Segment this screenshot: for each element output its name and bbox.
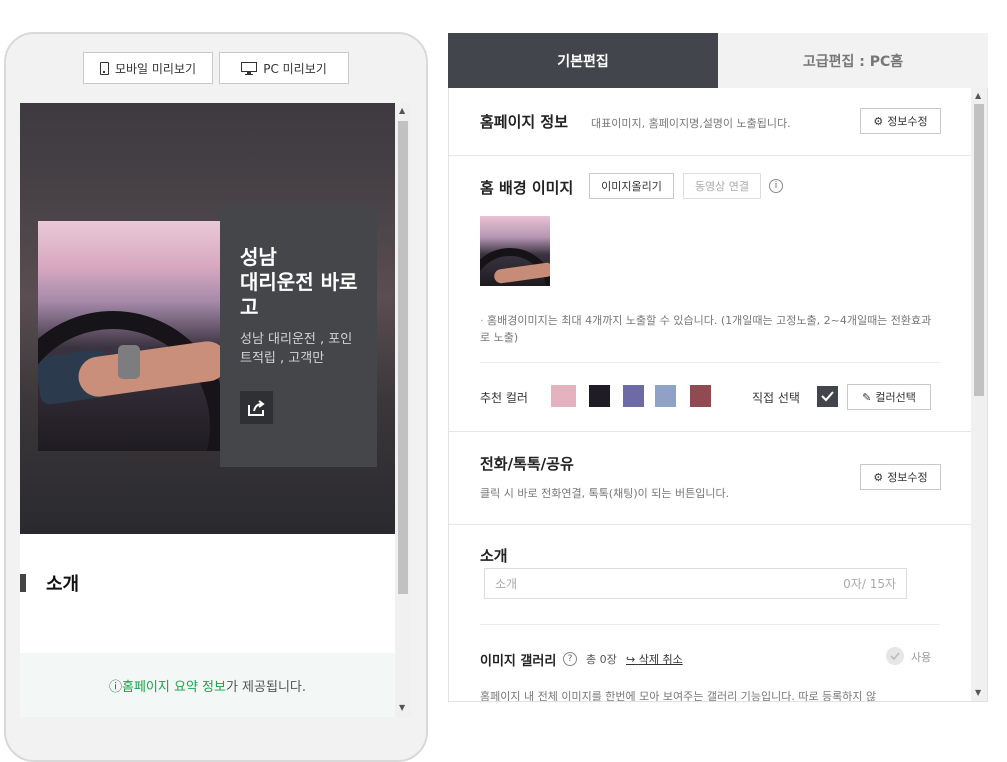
check-icon [890,652,900,660]
homepage-info-edit-label: 정보수정 [887,115,928,128]
color-swatch[interactable] [690,385,711,407]
edit-panel: 홈페이지 정보 대표이미지, 홈페이지명,설명이 노출됩니다. ⚙ 정보수정 홈… [448,88,988,702]
share-button[interactable] [240,391,273,424]
tab-advanced-edit[interactable]: 고급편집 : PC홈 [718,33,988,88]
hero-image [38,221,222,451]
background-note: · 홈배경이미지는 최대 4개까지 노출할 수 있습니다. (1개일때는 고정노… [480,314,932,344]
phone-screen: 성남 대리운전 바로고 성남 대리운전 , 포인트적립 , 고객만 소개 ⓘ 홈… [20,103,411,717]
summary-notice-text: 가 제공됩니다. [225,679,306,695]
recommend-color-label: 추천 컬러 [480,391,528,405]
contact-desc: 클릭 시 바로 전화연결, 톡톡(채팅)이 되는 버튼입니다. [480,487,730,500]
tab-basic-edit[interactable]: 기본편집 [448,33,718,88]
summary-notice: ⓘ 홈페이지 요약 정보 가 제공됩니다. [20,653,395,717]
direct-select-checkbox[interactable] [817,386,838,407]
pen-icon: ✎ [862,390,872,404]
undo-icon: ↪ [626,653,636,666]
monitor-icon [241,61,258,75]
pc-preview-button[interactable]: PC 미리보기 [219,52,349,84]
intro-counter: 0자/ 15자 [843,577,896,591]
gear-icon: ⚙ [873,114,884,128]
homepage-info-title: 홈페이지 정보 [480,113,569,131]
contact-edit-button[interactable]: ⚙ 정보수정 [860,464,941,490]
homepage-info-desc: 대표이미지, 홈페이지명,설명이 노출됩니다. [591,117,791,130]
color-swatch[interactable] [589,385,610,407]
gallery-use-label: 사용 [911,651,932,664]
homepage-info-edit-button[interactable]: ⚙ 정보수정 [860,108,941,134]
intro-heading: 소개 [46,574,80,595]
mobile-icon [99,61,109,75]
edit-tabs: 기본편집 고급편집 : PC홈 [448,33,988,88]
phone-scroll-thumb[interactable] [398,121,408,594]
video-link-button[interactable]: 동영상 연결 [683,173,761,199]
hero-subtitle: 성남 대리운전 , 포인트적립 , 고객만 [240,332,353,366]
intro-input[interactable]: 소개 0자/ 15자 [484,568,907,599]
gallery-undo-button[interactable]: ↪ 삭제 취소 [626,651,683,667]
gallery-count: 총 0장 [586,653,617,666]
scroll-down-icon: ▼ [399,703,406,712]
panel-scrollbar[interactable]: ▲ ▼ [971,88,987,701]
help-icon[interactable]: ? [563,652,577,666]
hero-title: 성남 대리운전 바로고 [240,245,358,319]
background-thumbnail[interactable] [480,216,550,286]
summary-notice-link[interactable]: 홈페이지 요약 정보 [122,676,226,695]
scroll-up-icon: ▲ [399,106,406,115]
divider [480,362,940,363]
divider [480,624,940,625]
gear-icon: ⚙ [873,470,884,484]
intro-placeholder: 소개 [495,577,518,591]
color-pick-button[interactable]: ✎ 컬러선택 [847,384,931,410]
direct-select-label: 직접 선택 [752,391,800,405]
color-swatch[interactable] [623,385,644,407]
panel-scroll-thumb[interactable] [974,104,984,396]
color-swatch[interactable] [655,385,676,407]
intro-title: 소개 [480,547,508,565]
divider [449,431,971,432]
color-pick-label: 컬러선택 [875,391,916,404]
hero-background: 성남 대리운전 바로고 성남 대리운전 , 포인트적립 , 고객만 [20,103,395,534]
info-icon[interactable]: i [769,179,783,193]
phone-scrollbar[interactable]: ▲ ▼ [395,103,411,717]
color-swatch[interactable] [551,385,576,407]
divider [449,155,971,156]
mobile-preview-label: 모바일 미리보기 [114,61,197,76]
check-icon [821,391,834,402]
share-icon [247,399,265,416]
scroll-up-icon: ▲ [975,91,982,100]
mobile-preview-button[interactable]: 모바일 미리보기 [83,52,213,84]
contact-title: 전화/톡톡/공유 [480,455,574,473]
intro-marker [20,574,26,592]
gallery-desc: 홈페이지 내 전체 이미지를 한번에 모아 보여주는 갤러리 기능입니다. 따로… [480,690,877,702]
scroll-down-icon: ▼ [975,688,982,697]
pc-preview-label: PC 미리보기 [263,61,327,76]
gallery-use-toggle[interactable] [886,647,904,665]
background-title: 홈 배경 이미지 [480,179,574,197]
divider [449,524,971,525]
gallery-title: 이미지 갤러리 [480,654,557,669]
info-icon: ⓘ [109,679,123,695]
hero-card: 성남 대리운전 바로고 성남 대리운전 , 포인트적립 , 고객만 [220,205,377,467]
upload-image-button[interactable]: 이미지올리기 [589,173,674,199]
contact-edit-label: 정보수정 [887,471,928,484]
